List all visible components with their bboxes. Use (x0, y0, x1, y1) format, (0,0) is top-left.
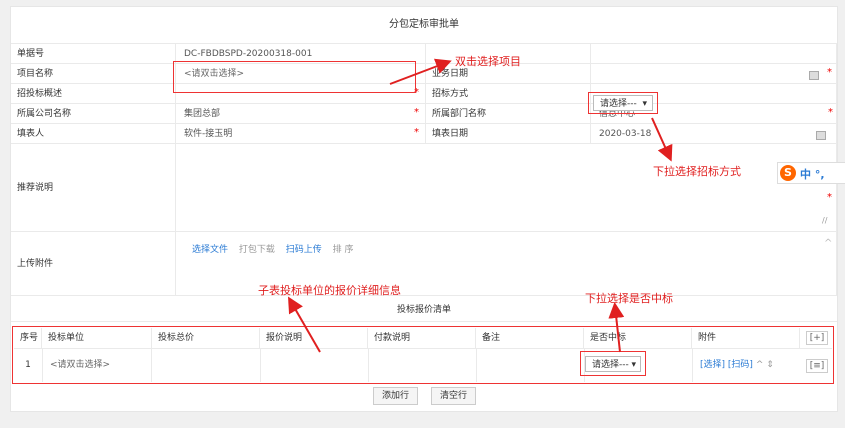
arrow (651, 117, 673, 162)
annotation-arrows (288, 58, 673, 353)
arrow (288, 296, 321, 353)
arrow (389, 58, 452, 85)
arrow (608, 302, 625, 353)
